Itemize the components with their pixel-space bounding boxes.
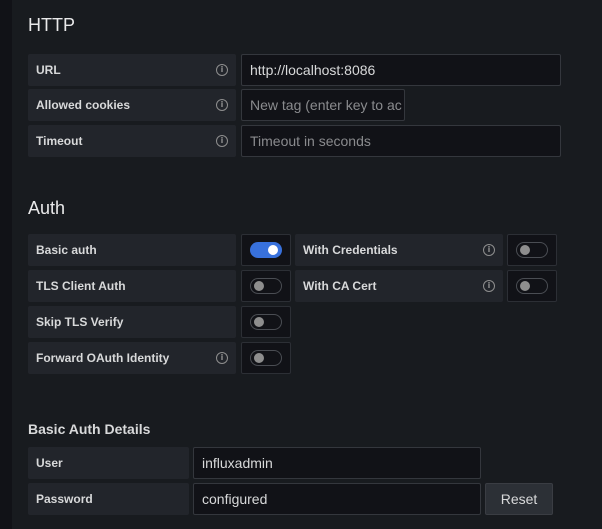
tls-client-auth-label: TLS Client Auth xyxy=(28,270,236,302)
user-input[interactable]: influxadmin xyxy=(193,447,481,479)
timeout-input[interactable]: Timeout in seconds xyxy=(241,125,561,157)
basic-auth-details-title: Basic Auth Details xyxy=(28,421,151,437)
with-credentials-toggle-box xyxy=(507,234,557,266)
tls-client-auth-switch[interactable] xyxy=(250,278,282,294)
with-ca-cert-label-text: With CA Cert xyxy=(303,279,377,293)
forward-oauth-switch[interactable] xyxy=(250,350,282,366)
url-label-text: URL xyxy=(36,63,61,77)
basic-auth-toggle-box xyxy=(241,234,291,266)
skip-tls-verify-switch[interactable] xyxy=(250,314,282,330)
with-credentials-label-text: With Credentials xyxy=(303,243,398,257)
user-label: User xyxy=(28,447,189,479)
forward-oauth-toggle-box xyxy=(241,342,291,374)
tls-client-auth-label-text: TLS Client Auth xyxy=(36,279,126,293)
allowed-cookies-label-text: Allowed cookies xyxy=(36,98,131,112)
url-label: URL i xyxy=(28,54,236,86)
info-icon[interactable]: i xyxy=(216,99,228,111)
info-icon[interactable]: i xyxy=(483,244,495,256)
password-input[interactable]: configured xyxy=(193,483,481,515)
timeout-label-text: Timeout xyxy=(36,134,83,148)
forward-oauth-label-text: Forward OAuth Identity xyxy=(36,351,170,365)
basic-auth-label: Basic auth xyxy=(28,234,236,266)
allowed-cookies-label: Allowed cookies i xyxy=(28,89,236,121)
reset-button[interactable]: Reset xyxy=(485,483,553,515)
with-credentials-switch[interactable] xyxy=(516,242,548,258)
with-ca-cert-label: With CA Cert i xyxy=(295,270,503,302)
skip-tls-verify-label: Skip TLS Verify xyxy=(28,306,236,338)
basic-auth-switch[interactable] xyxy=(250,242,282,258)
info-icon[interactable]: i xyxy=(483,280,495,292)
password-label: Password xyxy=(28,483,189,515)
password-label-text: Password xyxy=(36,492,93,506)
timeout-label: Timeout i xyxy=(28,125,236,157)
auth-section-title: Auth xyxy=(28,198,66,218)
skip-tls-verify-toggle-box xyxy=(241,306,291,338)
info-icon[interactable]: i xyxy=(216,352,228,364)
forward-oauth-label: Forward OAuth Identity i xyxy=(28,342,236,374)
with-ca-cert-toggle-box xyxy=(507,270,557,302)
with-ca-cert-switch[interactable] xyxy=(516,278,548,294)
with-credentials-label: With Credentials i xyxy=(295,234,503,266)
user-label-text: User xyxy=(36,456,63,470)
basic-auth-label-text: Basic auth xyxy=(36,243,97,257)
allowed-cookies-input[interactable]: New tag (enter key to ac xyxy=(241,89,405,121)
url-input[interactable]: http://localhost:8086 xyxy=(241,54,561,86)
tls-client-auth-toggle-box xyxy=(241,270,291,302)
http-section-title: HTTP xyxy=(28,15,75,35)
info-icon[interactable]: i xyxy=(216,135,228,147)
info-icon[interactable]: i xyxy=(216,64,228,76)
skip-tls-verify-label-text: Skip TLS Verify xyxy=(36,315,124,329)
